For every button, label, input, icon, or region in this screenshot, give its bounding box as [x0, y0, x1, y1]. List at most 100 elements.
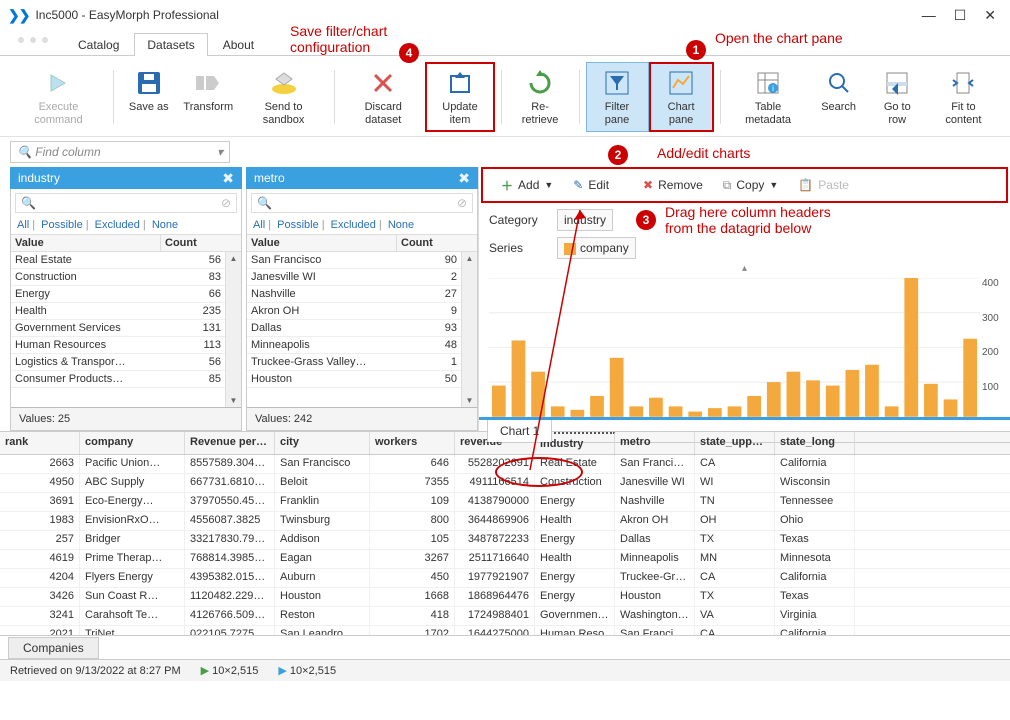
transform-button[interactable]: Transform	[178, 62, 239, 132]
chart-fields: Category industry Series company	[479, 205, 1010, 263]
discard-dataset-button[interactable]: Discard dataset	[341, 62, 425, 132]
series-value[interactable]: company	[557, 237, 636, 259]
col-revenue-per[interactable]: Revenue per…	[185, 432, 275, 454]
go-to-row-button[interactable]: Go to row	[868, 62, 927, 132]
table-row[interactable]: 3241Carahsoft Te…4126766.509…Reston41817…	[0, 607, 1010, 626]
status-retrieved: Retrieved on 9/13/2022 at 8:27 PM	[10, 665, 181, 677]
filter-header-metro[interactable]: metro✖	[246, 167, 478, 189]
workspace: industry✖ 🔍⊘ All| Possible| Excluded| No…	[0, 167, 1010, 431]
play-icon	[42, 67, 74, 99]
filter-pane-button[interactable]: Filter pane	[586, 62, 649, 132]
table-metadata-button[interactable]: i Table metadata	[727, 62, 810, 132]
col-city[interactable]: city	[275, 432, 370, 454]
minimize-button[interactable]: —	[922, 7, 936, 24]
filter-row[interactable]: Health235	[11, 303, 225, 320]
discard-icon	[367, 67, 399, 99]
filter-links: All| Possible| Excluded| None	[11, 217, 241, 234]
data-grid: rank company Revenue per… city workers r…	[0, 431, 1010, 635]
send-to-sandbox-button[interactable]: Send to sandbox	[239, 62, 329, 132]
filter-pane-industry: industry✖ 🔍⊘ All| Possible| Excluded| No…	[10, 167, 242, 431]
tab-datasets[interactable]: Datasets	[134, 33, 207, 56]
table-row[interactable]: 4619Prime Therap…768814.3985…Eagan326725…	[0, 550, 1010, 569]
chart-tab-1[interactable]: Chart 1	[487, 420, 552, 442]
filter-row[interactable]: Janesville WI2	[247, 269, 461, 286]
close-button[interactable]: ✕	[984, 7, 996, 24]
remove-chart-button[interactable]: ✖Remove	[635, 175, 711, 195]
refresh-icon	[524, 67, 556, 99]
filter-row[interactable]: Houston50	[247, 371, 461, 388]
filter-pane-metro: metro✖ 🔍⊘ All| Possible| Excluded| None …	[246, 167, 478, 431]
save-as-button[interactable]: Save as	[120, 62, 178, 132]
table-row[interactable]: 3426Sun Coast R…1120482.229…Houston16681…	[0, 588, 1010, 607]
col-workers[interactable]: workers	[370, 432, 455, 454]
re-retrieve-button[interactable]: Re-retrieve	[508, 62, 573, 132]
execute-command-button[interactable]: Execute command	[10, 62, 107, 132]
close-filter-icon[interactable]: ✖	[458, 170, 470, 187]
filter-row[interactable]: Real Estate56	[11, 252, 225, 269]
add-chart-button[interactable]: ＋Add ▼	[493, 174, 561, 197]
col-state-upper[interactable]: state_upperc…	[695, 432, 775, 454]
filter-row[interactable]: Logistics & Transpor…56	[11, 354, 225, 371]
table-row[interactable]: 1983EnvisionRxO…4556087.3825Twinsburg800…	[0, 512, 1010, 531]
goto-icon	[881, 67, 913, 99]
chart-toolbar: ＋Add ▼ ✎Edit ✖Remove ⧉Copy ▼ 📋Paste	[483, 169, 1006, 201]
filter-row[interactable]: San Francisco90	[247, 252, 461, 269]
tab-catalog[interactable]: Catalog	[65, 33, 132, 56]
maximize-button[interactable]: ☐	[954, 7, 967, 24]
filter-row[interactable]: Energy66	[11, 286, 225, 303]
chart-pane-button[interactable]: Chart pane	[649, 62, 714, 132]
collapse-icon[interactable]: ▴	[479, 263, 1010, 274]
update-item-button[interactable]: Update item	[425, 62, 494, 132]
table-row[interactable]: 257Bridger33217830.79…Addison10534878722…	[0, 531, 1010, 550]
col-metro[interactable]: metro	[615, 432, 695, 454]
category-value[interactable]: industry	[557, 209, 613, 231]
save-icon	[133, 67, 165, 99]
edit-chart-button[interactable]: ✎Edit	[565, 175, 617, 195]
search-button[interactable]: Search	[810, 62, 868, 132]
series-label: Series	[489, 241, 549, 255]
table-row[interactable]: 2021TriNet022105 7275San Leandro17021644…	[0, 626, 1010, 635]
filter-row[interactable]: Government Services131	[11, 320, 225, 337]
filter-header-industry[interactable]: industry✖	[10, 167, 242, 189]
table-row[interactable]: 2663Pacific Union…8557589.304…San Franci…	[0, 455, 1010, 474]
tab-about[interactable]: About	[210, 33, 267, 56]
filter-row[interactable]: Truckee-Grass Valley…1	[247, 354, 461, 371]
filter-search-metro[interactable]: 🔍⊘	[251, 193, 473, 213]
close-filter-icon[interactable]: ✖	[222, 170, 234, 187]
bottom-tab-companies[interactable]: Companies	[8, 637, 99, 659]
filter-row[interactable]: Nashville27	[247, 286, 461, 303]
chart-pane: ＋Add ▼ ✎Edit ✖Remove ⧉Copy ▼ 📋Paste Cate…	[478, 167, 1010, 431]
status-dim2: ▶ 10×2,515	[278, 664, 336, 677]
scrollbar[interactable]: ▲▼	[225, 252, 241, 407]
bottom-tabs: Companies	[0, 635, 1010, 659]
copy-chart-button[interactable]: ⧉Copy ▼	[715, 175, 787, 196]
filter-row[interactable]: Dallas93	[247, 320, 461, 337]
chart-icon	[665, 67, 697, 99]
find-column-bar: 🔍 Find column ▾	[0, 137, 1010, 167]
table-row[interactable]: 3691Eco-Energy…37970550.45…Franklin10941…	[0, 493, 1010, 512]
filter-row[interactable]: Construction83	[11, 269, 225, 286]
filter-row[interactable]: Akron OH9	[247, 303, 461, 320]
update-icon	[444, 67, 476, 99]
series-color-icon	[564, 243, 576, 255]
filter-row[interactable]: Human Resources113	[11, 337, 225, 354]
col-rank[interactable]: rank	[0, 432, 80, 454]
filter-search-industry[interactable]: 🔍⊘	[15, 193, 237, 213]
scrollbar[interactable]: ▲▼	[461, 252, 477, 407]
svg-text:i: i	[772, 84, 774, 93]
find-column-input[interactable]: 🔍 Find column ▾	[10, 141, 230, 163]
filter-row[interactable]: Minneapolis48	[247, 337, 461, 354]
filter-row[interactable]: Consumer Products…85	[11, 371, 225, 388]
search-icon	[823, 67, 855, 99]
table-row[interactable]: 4950ABC Supply667731.6810…Beloit73554911…	[0, 474, 1010, 493]
filter-footer: Values: 242	[247, 407, 477, 430]
status-bar: Retrieved on 9/13/2022 at 8:27 PM ▶ 10×2…	[0, 659, 1010, 681]
fit-to-content-button[interactable]: Fit to content	[927, 62, 1000, 132]
col-state-long[interactable]: state_long	[775, 432, 855, 454]
category-label: Category	[489, 213, 549, 227]
table-row[interactable]: 4204Flyers Energy4395382.015…Auburn45019…	[0, 569, 1010, 588]
transform-icon	[192, 67, 224, 99]
col-company[interactable]: company	[80, 432, 185, 454]
app-logo-icon: ❯❯	[8, 7, 29, 24]
paste-chart-button[interactable]: 📋Paste	[790, 175, 857, 195]
